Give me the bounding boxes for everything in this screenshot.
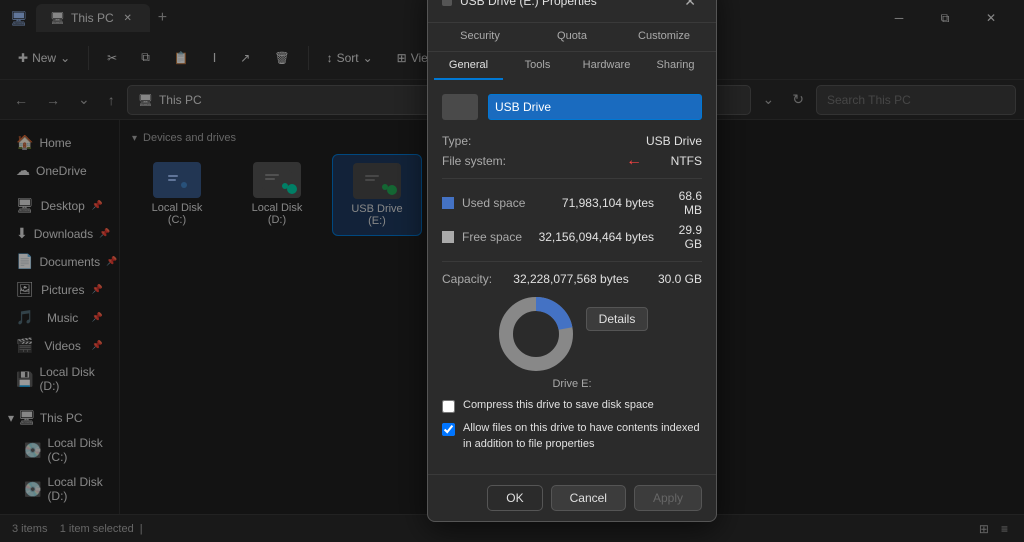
dialog-tab-customize[interactable]: Customize — [618, 23, 710, 51]
dialog-filesystem-row: File system: NTFS ← — [442, 154, 702, 168]
index-label: Allow files on this drive to have conten… — [463, 421, 702, 452]
dialog-tab-security[interactable]: Security — [434, 23, 526, 51]
capacity-bytes: 32,228,077,568 bytes — [513, 272, 628, 286]
index-checkbox[interactable] — [442, 423, 455, 436]
type-value: USB Drive — [646, 134, 702, 148]
dialog-body: Type: USB Drive File system: NTFS ← Used… — [428, 80, 716, 474]
compress-checkbox-row: Compress this drive to save disk space — [442, 398, 702, 413]
dialog-divider-2 — [442, 261, 702, 262]
dialog-tab-tools[interactable]: Tools — [503, 52, 572, 80]
dialog-close-button[interactable]: ✕ — [678, 0, 702, 12]
free-space-label: Free space — [462, 230, 531, 244]
dialog-title-icon — [442, 0, 452, 6]
index-checkbox-row: Allow files on this drive to have conten… — [442, 421, 702, 452]
used-space-label: Used space — [462, 196, 554, 210]
drive-label-chart: Drive E: — [552, 378, 591, 390]
free-space-size: 29.9 GB — [662, 223, 702, 251]
dialog-overlay: USB Drive (E:) Properties ✕ Security Quo… — [0, 0, 1024, 542]
apply-button[interactable]: Apply — [634, 485, 702, 511]
donut-chart — [496, 294, 576, 374]
used-space-bytes: 71,983,104 bytes — [562, 196, 654, 210]
cancel-button[interactable]: Cancel — [551, 485, 626, 511]
details-button[interactable]: Details — [586, 307, 649, 331]
dialog-footer: OK Cancel Apply — [428, 474, 716, 521]
dialog-tab-quota[interactable]: Quota — [526, 23, 618, 51]
capacity-size: 30.0 GB — [658, 272, 702, 286]
dialog-title-text: USB Drive (E:) Properties — [460, 0, 670, 8]
dialog-tabs-row1: Security Quota Customize — [428, 23, 716, 52]
dialog-drive-row — [442, 94, 702, 120]
used-space-row: Used space 71,983,104 bytes 68.6 MB — [442, 189, 702, 217]
drive-name-input[interactable] — [488, 94, 702, 120]
free-space-row: Free space 32,156,094,464 bytes 29.9 GB — [442, 223, 702, 251]
dialog-tabs-row2: General Tools Hardware Sharing — [428, 52, 716, 80]
dialog-capacity-row: Capacity: 32,228,077,568 bytes 30.0 GB — [442, 272, 702, 286]
dialog-tab-general[interactable]: General — [434, 52, 503, 80]
compress-checkbox[interactable] — [442, 400, 455, 413]
dialog-title-bar: USB Drive (E:) Properties ✕ — [428, 0, 716, 23]
dialog-type-row: Type: USB Drive — [442, 134, 702, 148]
dialog-tab-hardware[interactable]: Hardware — [572, 52, 641, 80]
filesystem-label: File system: — [442, 154, 506, 168]
ok-button[interactable]: OK — [487, 485, 542, 511]
dialog-tab-sharing[interactable]: Sharing — [641, 52, 710, 80]
used-space-color — [442, 197, 454, 209]
capacity-label: Capacity: — [442, 272, 492, 286]
type-label: Type: — [442, 134, 471, 148]
free-space-bytes: 32,156,094,464 bytes — [539, 230, 654, 244]
free-space-color — [442, 231, 454, 243]
donut-chart-container: Details Drive E: — [442, 294, 702, 390]
used-space-size: 68.6 MB — [662, 189, 702, 217]
dialog-divider-1 — [442, 178, 702, 179]
dialog-drive-icon — [442, 94, 478, 120]
arrow-annotation: ← — [626, 152, 642, 170]
filesystem-value: NTFS — [671, 154, 702, 168]
properties-dialog: USB Drive (E:) Properties ✕ Security Quo… — [427, 0, 717, 522]
compress-label: Compress this drive to save disk space — [463, 398, 654, 413]
